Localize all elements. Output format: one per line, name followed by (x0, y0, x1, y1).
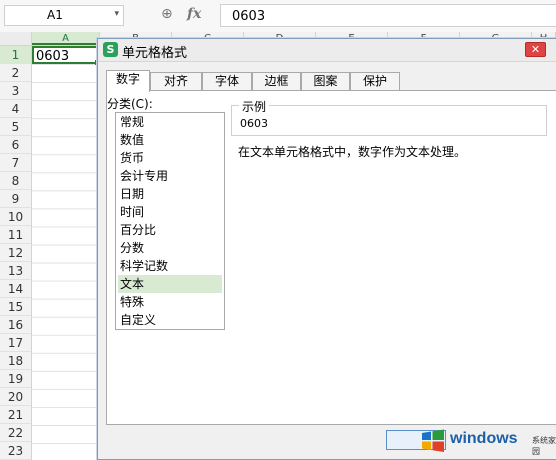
row-header[interactable]: 1 (0, 46, 31, 64)
name-box[interactable]: A1 ▾ (4, 5, 124, 26)
sample-value: 0603 (240, 117, 268, 130)
formula-input-value: 0603 (232, 9, 266, 24)
row-header[interactable]: 17 (0, 334, 31, 352)
function-fx-icon[interactable]: fx (187, 6, 201, 22)
list-item[interactable]: 百分比 (118, 221, 222, 239)
list-item[interactable]: 货币 (118, 149, 222, 167)
list-item[interactable]: 自定义 (118, 311, 222, 329)
wps-app-icon: S (103, 42, 118, 57)
name-box-value: A1 (47, 8, 63, 22)
category-label: 分类(C): (107, 97, 153, 111)
active-cell-value: 0603 (36, 49, 70, 64)
format-cells-dialog: S 单元格格式 ✕ 数字 对齐 字体 边框 图案 保护 分类(C): 常规 数值… (97, 38, 556, 460)
row-header[interactable]: 21 (0, 406, 31, 424)
row-header[interactable]: 19 (0, 370, 31, 388)
category-list[interactable]: 常规 数值 货币 会计专用 日期 时间 百分比 分数 科学记数 文本 特殊 自定… (115, 112, 225, 330)
watermark-brand: windows (450, 430, 518, 447)
row-header[interactable]: 4 (0, 100, 31, 118)
row-header[interactable]: 6 (0, 136, 31, 154)
tab-font[interactable]: 字体 (202, 72, 252, 90)
row-header[interactable]: 18 (0, 352, 31, 370)
list-item[interactable]: 分数 (118, 239, 222, 257)
dialog-title: 单元格格式 (122, 46, 188, 61)
row-header[interactable]: 23 (0, 442, 31, 460)
row-header[interactable]: 5 (0, 118, 31, 136)
tab-pattern[interactable]: 图案 (301, 72, 350, 90)
row-header[interactable]: 20 (0, 388, 31, 406)
row-header[interactable]: 2 (0, 64, 31, 82)
active-cell-a1[interactable]: 0603 (32, 46, 99, 64)
row-header[interactable]: 13 (0, 262, 31, 280)
column-header-a[interactable]: A (32, 32, 100, 45)
list-item[interactable]: 数值 (118, 131, 222, 149)
row-header[interactable]: 22 (0, 424, 31, 442)
list-item[interactable]: 日期 (118, 185, 222, 203)
list-item-selected[interactable]: 文本 (118, 275, 222, 293)
format-description: 在文本单元格格式中，数字作为文本处理。 (238, 145, 467, 159)
list-item[interactable]: 科学记数 (118, 257, 222, 275)
list-item[interactable]: 特殊 (118, 293, 222, 311)
watermark-sub: 系统家园 (532, 436, 556, 456)
row-header[interactable]: 12 (0, 244, 31, 262)
select-all-corner[interactable] (0, 32, 32, 45)
sample-legend: 示例 (239, 98, 270, 115)
tab-protection[interactable]: 保护 (350, 72, 400, 90)
row-headers: 1 2 3 4 5 6 7 8 9 10 11 12 13 14 15 16 1… (0, 46, 32, 460)
chevron-down-icon[interactable]: ▾ (114, 9, 119, 19)
windows-logo-icon (422, 429, 444, 452)
watermark: windows 系统家园 (420, 424, 556, 460)
list-item[interactable]: 会计专用 (118, 167, 222, 185)
sample-groupbox (231, 105, 547, 136)
row-header[interactable]: 16 (0, 316, 31, 334)
tab-number[interactable]: 数字 (106, 70, 150, 92)
list-item[interactable]: 时间 (118, 203, 222, 221)
tab-alignment[interactable]: 对齐 (150, 72, 202, 90)
tab-border[interactable]: 边框 (252, 72, 301, 90)
row-header[interactable]: 10 (0, 208, 31, 226)
row-header[interactable]: 11 (0, 226, 31, 244)
row-header[interactable]: 15 (0, 298, 31, 316)
row-header[interactable]: 8 (0, 172, 31, 190)
dialog-title-bar[interactable]: S 单元格格式 ✕ (98, 39, 556, 62)
row-header[interactable]: 9 (0, 190, 31, 208)
row-header[interactable]: 14 (0, 280, 31, 298)
row-header[interactable]: 7 (0, 154, 31, 172)
row-header[interactable]: 3 (0, 82, 31, 100)
close-icon[interactable]: ✕ (525, 42, 546, 57)
formula-bar: A1 ▾ ⊕ fx 0603 (0, 0, 556, 33)
list-item[interactable]: 常规 (118, 113, 222, 131)
zoom-icon[interactable]: ⊕ (161, 6, 173, 22)
formula-input[interactable]: 0603 (220, 4, 556, 27)
